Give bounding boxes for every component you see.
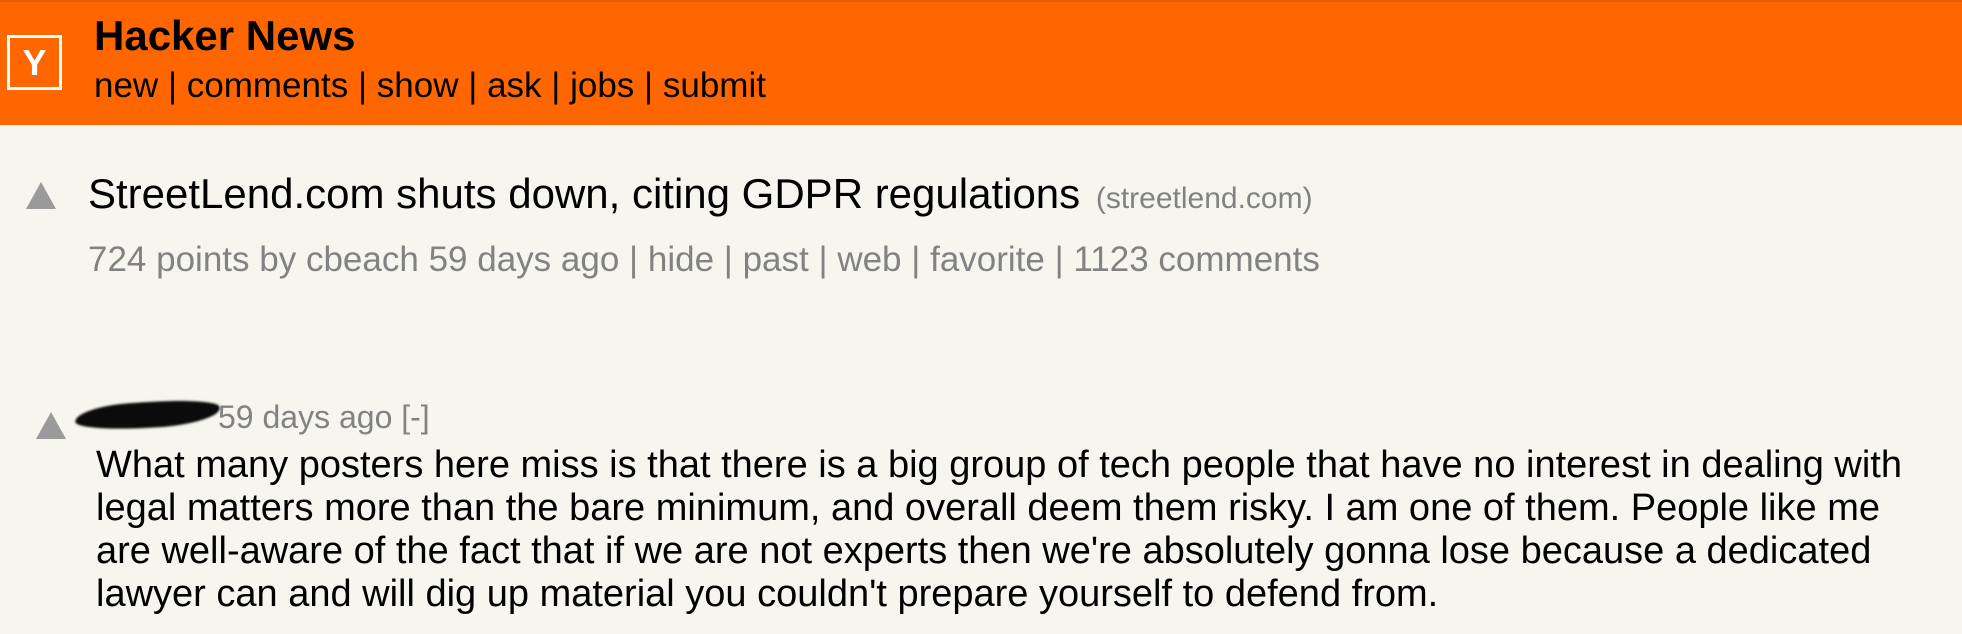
- hide-link[interactable]: hide: [648, 240, 714, 279]
- story-domain[interactable]: (streetlend.com): [1096, 182, 1313, 215]
- top-nav: new | comments | show | ask | jobs | sub…: [94, 64, 766, 108]
- nav-separator: |: [468, 66, 478, 105]
- story-title-link[interactable]: StreetLend.com shuts down, citing GDPR r…: [88, 170, 1080, 217]
- comment-header: 59 days ago [-]: [218, 397, 430, 437]
- nav-separator: |: [644, 66, 654, 105]
- story-age-link[interactable]: 59 days ago: [429, 240, 620, 279]
- story-user-link[interactable]: cbeach: [306, 240, 419, 279]
- comment-age-link[interactable]: 59 days ago: [218, 399, 392, 435]
- comment-upvote-arrow-icon[interactable]: [36, 412, 66, 439]
- redacted-username: [74, 396, 221, 434]
- story-points: 724 points: [88, 240, 250, 279]
- nav-new[interactable]: new: [94, 66, 158, 105]
- nav-separator: |: [357, 66, 368, 105]
- nav-ask[interactable]: ask: [487, 66, 541, 105]
- story-subtext: 724 points by cbeach 59 days ago | hide …: [88, 239, 1320, 281]
- header-bar: Y Hacker News new | comments | show | as…: [0, 0, 1962, 125]
- site-title[interactable]: Hacker News: [94, 12, 356, 60]
- nav-jobs[interactable]: jobs: [570, 66, 634, 105]
- past-link[interactable]: past: [743, 240, 809, 279]
- story-by-label: by: [259, 240, 297, 279]
- nav-show[interactable]: show: [377, 66, 459, 105]
- web-link[interactable]: web: [837, 240, 901, 279]
- subtext-separator: |: [629, 240, 639, 279]
- subtext-separator: |: [1054, 240, 1064, 279]
- subtext-separator: |: [911, 240, 921, 279]
- subtext-separator: |: [723, 240, 733, 279]
- comment-text: What many posters here miss is that ther…: [96, 444, 1903, 615]
- comments-count-link[interactable]: 1123 comments: [1073, 240, 1319, 279]
- favorite-link[interactable]: favorite: [930, 240, 1045, 279]
- nav-separator: |: [167, 66, 178, 105]
- nav-separator: |: [551, 66, 561, 105]
- y-logo-icon[interactable]: Y: [7, 35, 62, 90]
- nav-submit[interactable]: submit: [663, 66, 766, 105]
- subtext-separator: |: [818, 240, 828, 279]
- story-upvote-arrow-icon[interactable]: [26, 182, 56, 209]
- comment-collapse-toggle[interactable]: [-]: [401, 399, 429, 435]
- nav-comments[interactable]: comments: [187, 66, 348, 105]
- story-title-row: StreetLend.com shuts down, citing GDPR r…: [88, 168, 1313, 225]
